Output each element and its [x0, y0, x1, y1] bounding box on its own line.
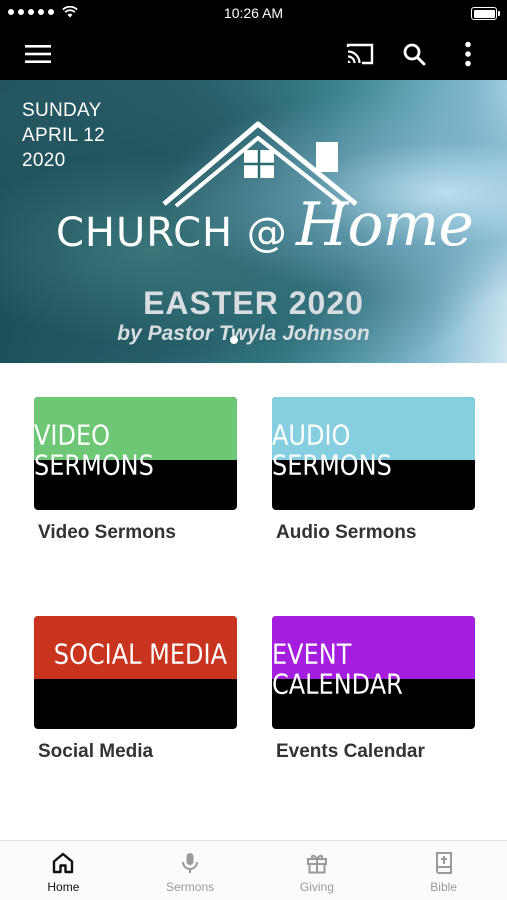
tile-banner-text: VIDEO SERMONS: [34, 419, 154, 482]
carousel-indicator[interactable]: [230, 336, 238, 344]
tile-event-calendar[interactable]: EVENT CALENDAR Events Calendar: [272, 616, 475, 763]
status-time: 10:26 AM: [223, 5, 284, 21]
tile-image[interactable]: EVENT CALENDAR: [272, 616, 475, 729]
gift-icon: [306, 854, 327, 874]
hero-title-church: CHURCH @: [56, 210, 288, 256]
nav-item-home[interactable]: Home: [0, 841, 127, 900]
home-icon: [53, 852, 74, 874]
hero-date-year: 2020: [22, 150, 66, 171]
tile-banner-text: AUDIO SERMONS: [272, 419, 392, 482]
hero-subtitle: EASTER 2020: [143, 285, 364, 321]
tile-image[interactable]: SOCIAL MEDIA: [34, 616, 237, 729]
tile-audio-sermons[interactable]: AUDIO SERMONS Audio Sermons: [272, 397, 475, 544]
nav-label-home: Home: [47, 880, 80, 894]
tile-image[interactable]: AUDIO SERMONS: [272, 397, 475, 510]
tile-image[interactable]: VIDEO SERMONS: [34, 397, 237, 510]
nav-label-bible: Bible: [430, 880, 457, 894]
microphone-icon: [182, 853, 199, 873]
tile-label[interactable]: Social Media: [38, 741, 237, 763]
tile-banner-text: SOCIAL MEDIA: [53, 638, 227, 671]
nav-label-giving: Giving: [299, 880, 334, 894]
app-bar: [0, 28, 507, 80]
status-bar: 10:26 AM: [0, 0, 507, 28]
more-vertical-icon[interactable]: [452, 38, 484, 70]
hamburger-menu-icon[interactable]: [22, 38, 54, 70]
cast-icon[interactable]: [344, 38, 376, 70]
bottom-nav: Home Sermons Giving Bible: [0, 840, 507, 900]
tile-video-sermons[interactable]: VIDEO SERMONS Video Sermons: [34, 397, 237, 544]
tile-label[interactable]: Audio Sermons: [276, 522, 475, 544]
hero-title-home: Home: [296, 190, 474, 260]
nav-item-giving[interactable]: Giving: [254, 841, 381, 900]
tile-social-media[interactable]: SOCIAL MEDIA Social Media: [34, 616, 237, 763]
hero-date-month: APRIL 12: [22, 125, 106, 146]
search-icon[interactable]: [398, 38, 430, 70]
hero-date: SUNDAY APRIL 12 2020: [22, 98, 105, 173]
nav-item-bible[interactable]: Bible: [380, 841, 507, 900]
nav-label-sermons: Sermons: [166, 880, 215, 894]
battery-icon: [471, 7, 500, 20]
hero-date-day: SUNDAY: [22, 100, 102, 121]
bible-icon: [435, 852, 452, 874]
tile-banner-text: EVENT CALENDAR: [272, 638, 403, 701]
hero-banner[interactable]: SUNDAY APRIL 12 2020 CHURCH @ Home EASTE…: [0, 80, 507, 363]
tile-label[interactable]: Video Sermons: [38, 522, 237, 544]
nav-item-sermons[interactable]: Sermons: [127, 841, 254, 900]
hero-byline: by Pastor Twyla Johnson: [117, 322, 370, 345]
tile-label[interactable]: Events Calendar: [276, 741, 475, 763]
